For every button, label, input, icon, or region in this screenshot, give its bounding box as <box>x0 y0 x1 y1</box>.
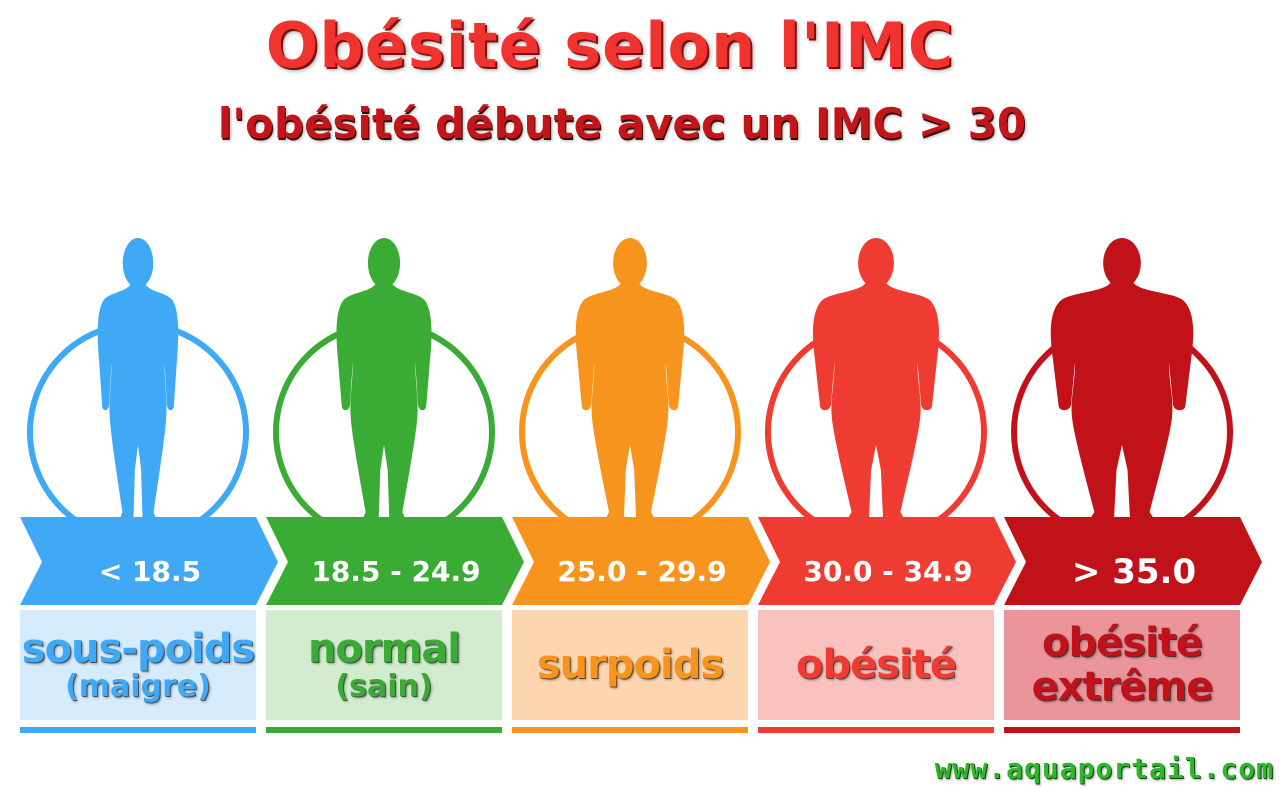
figure-head <box>122 238 154 288</box>
category-underline <box>758 727 994 733</box>
figure-body <box>1050 282 1194 525</box>
range-label: 18.5 - 24.9 <box>311 555 481 588</box>
bmi-category-3 <box>512 238 770 605</box>
category-label: normal <box>307 626 461 672</box>
figure-head <box>858 238 894 288</box>
category-box: sous-poids (maigre) <box>20 610 256 720</box>
website-watermark: www.aquaportail.com <box>934 752 1274 785</box>
category-underline <box>20 727 256 733</box>
category-underline <box>1004 727 1240 733</box>
category-sublabel: (maigre) <box>65 669 211 704</box>
range-label: > 35.0 <box>1071 552 1197 592</box>
category-underline <box>512 727 748 733</box>
figure-head <box>1103 238 1141 288</box>
category-label: sous-poids <box>21 626 255 672</box>
figure-body <box>97 282 179 525</box>
figure-body <box>336 282 432 525</box>
category-label: obésité <box>795 642 957 688</box>
range-label: < 18.5 <box>98 555 202 588</box>
bmi-category-4 <box>758 238 1016 605</box>
bmi-category-2 <box>266 238 524 605</box>
category-box: normal (sain) <box>266 610 502 720</box>
bmi-category-5 <box>1004 238 1262 605</box>
range-label: 25.0 - 29.9 <box>557 555 727 588</box>
bmi-category-1 <box>20 238 278 605</box>
category-box: obésité extrême <box>1004 610 1240 720</box>
category-box: surpoids <box>512 610 748 720</box>
category-label: surpoids <box>536 642 724 688</box>
figure-body <box>813 282 939 525</box>
figure-head <box>613 238 647 288</box>
category-sublabel: extrême <box>1031 664 1214 710</box>
figure-head <box>367 238 401 288</box>
figure-body <box>575 282 685 525</box>
range-label: 30.0 - 34.9 <box>803 555 973 588</box>
category-underline <box>266 727 502 733</box>
category-box: obésité <box>758 610 994 720</box>
category-label: obésité <box>1041 620 1203 666</box>
category-sublabel: (sain) <box>335 669 433 704</box>
